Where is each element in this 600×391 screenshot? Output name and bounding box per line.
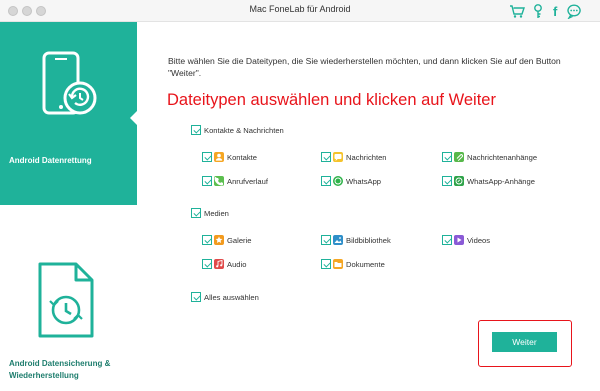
checkbox-picture-library[interactable]: [321, 235, 331, 245]
item-label-audio: Audio: [227, 260, 247, 269]
svg-text:f: f: [553, 4, 558, 19]
checkbox-media[interactable]: [191, 208, 201, 218]
item-label-whatsapp-attachments: WhatsApp-Anhänge: [467, 177, 535, 186]
sidebar: Android Datenrettung Android Datensicher…: [0, 22, 138, 391]
whatsapp-attachment-icon: [454, 176, 464, 186]
item-label-videos: Videos: [467, 236, 491, 245]
next-button[interactable]: Weiter: [492, 332, 557, 352]
sidebar-item-label: Android Datenrettung: [9, 156, 92, 165]
checkbox-audio[interactable]: [202, 259, 212, 269]
checkbox-messages[interactable]: [321, 152, 331, 162]
audio-icon: [214, 259, 224, 269]
main-panel: Bitte wählen Sie die Dateitypen, die Sie…: [137, 22, 600, 391]
item-label-whatsapp: WhatsApp: [346, 177, 382, 186]
gallery-icon: [214, 235, 224, 245]
item-label-message-attachments: Nachrichtenanhänge: [467, 153, 538, 162]
videos-icon: [454, 235, 464, 245]
key-icon[interactable]: [530, 3, 546, 19]
checkbox-contacts[interactable]: [202, 152, 212, 162]
group-label-media: Medien: [204, 209, 229, 218]
call-log-icon: [214, 176, 224, 186]
whatsapp-icon: [333, 176, 343, 186]
title-bar: Mac FoneLab für Android f: [0, 0, 600, 22]
phone-restore-icon: [42, 51, 97, 115]
messages-icon: [333, 152, 343, 162]
checkbox-call-log[interactable]: [202, 176, 212, 186]
picture-library-icon: [333, 235, 343, 245]
item-label-call-log: Anrufverlauf: [227, 177, 268, 186]
item-label-messages: Nachrichten: [346, 153, 387, 162]
item-label-picture-library: Bildbibliothek: [346, 236, 391, 245]
contacts-icon: [214, 152, 224, 162]
checkbox-whatsapp[interactable]: [321, 176, 331, 186]
instruction-text: Bitte wählen Sie die Dateitypen, die Sie…: [168, 56, 561, 78]
checkbox-message-attachments[interactable]: [442, 152, 452, 162]
item-label-contacts: Kontakte: [227, 153, 257, 162]
checkbox-gallery[interactable]: [202, 235, 212, 245]
select-all-label: Alles auswählen: [204, 293, 259, 302]
sidebar-item-label: Android Datensicherung & Wiederherstellu…: [9, 359, 111, 380]
facebook-icon[interactable]: f: [548, 3, 564, 19]
checkbox-whatsapp-attachments[interactable]: [442, 176, 452, 186]
sidebar-item-android-data-recovery[interactable]: Android Datenrettung: [0, 22, 138, 205]
file-backup-icon: [38, 262, 94, 338]
checkbox-videos[interactable]: [442, 235, 452, 245]
cart-icon[interactable]: [509, 3, 525, 19]
sidebar-item-android-backup-restore[interactable]: Android Datensicherung & Wiederherstellu…: [0, 205, 137, 391]
group-label-contacts-messages: Kontakte & Nachrichten: [204, 126, 284, 135]
checkbox-contacts-messages[interactable]: [191, 125, 201, 135]
item-label-documents: Dokumente: [346, 260, 385, 269]
headline-annotation: Dateitypen auswählen und klicken auf Wei…: [167, 91, 496, 109]
checkbox-documents[interactable]: [321, 259, 331, 269]
item-label-gallery: Galerie: [227, 236, 252, 245]
chat-icon[interactable]: [566, 3, 582, 19]
attachment-icon: [454, 152, 464, 162]
documents-icon: [333, 259, 343, 269]
checkbox-select-all[interactable]: [191, 292, 201, 302]
